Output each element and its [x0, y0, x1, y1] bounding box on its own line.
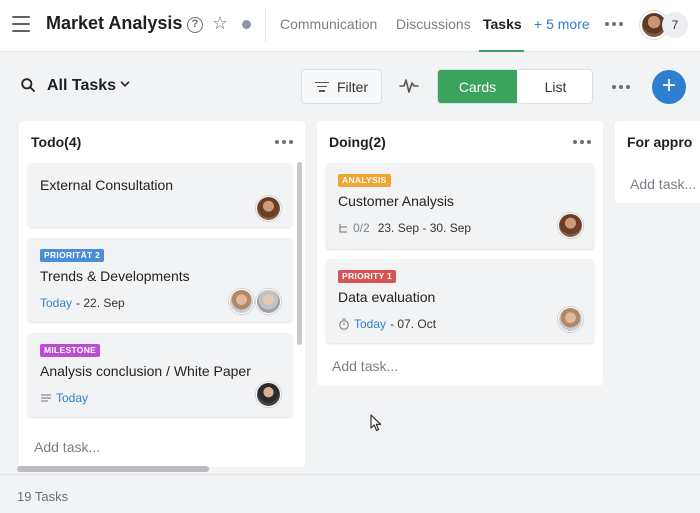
task-title: Trends & Developments: [40, 268, 190, 284]
more-icon[interactable]: [612, 85, 630, 89]
menu-icon[interactable]: [12, 16, 30, 32]
tab-discussions[interactable]: Discussions: [396, 16, 471, 32]
view-title-dropdown[interactable]: All Tasks: [47, 77, 116, 95]
avatar[interactable]: [256, 196, 281, 221]
list-view-button[interactable]: List: [517, 70, 592, 103]
divider: [265, 10, 266, 42]
description-icon: [41, 394, 51, 402]
timer-icon: [339, 318, 349, 330]
member-count-badge[interactable]: 7: [662, 12, 688, 38]
search-icon[interactable]: [21, 78, 35, 92]
column-doing: Doing(2) ANALYSIS Customer Analysis 0/2 …: [317, 121, 603, 386]
avatar[interactable]: [256, 382, 281, 407]
top-bar: Market Analysis ? ☆ Communication Discus…: [0, 0, 700, 52]
task-dates: Today - 22. Sep: [40, 296, 125, 310]
help-icon[interactable]: ?: [187, 17, 203, 33]
column-for-approval: For appro Add task...: [615, 121, 700, 203]
mouse-cursor-icon: [370, 414, 382, 432]
task-card[interactable]: PRIORITY 1 Data evaluation Today - 07. O…: [326, 259, 594, 343]
column-title: Todo(4): [31, 134, 82, 150]
chevron-down-icon[interactable]: [120, 79, 130, 89]
date-start: Today: [354, 317, 387, 331]
status-dot[interactable]: [242, 20, 251, 29]
avatar[interactable]: [256, 289, 281, 314]
task-card[interactable]: ANALYSIS Customer Analysis 0/2 23. Sep -…: [326, 163, 594, 249]
task-title: Analysis conclusion / White Paper: [40, 363, 251, 379]
more-icon[interactable]: [605, 22, 623, 26]
subtask-count: 0/2: [353, 221, 370, 235]
column-menu-icon[interactable]: [573, 140, 591, 144]
priority-tag: PRIORITÄT 2: [40, 249, 105, 262]
more-tabs-link[interactable]: + 5 more: [534, 16, 590, 32]
date-start: Today: [56, 391, 89, 405]
add-task-input[interactable]: Add task...: [34, 439, 100, 455]
view-mode-toggle: Cards List: [437, 69, 593, 104]
priority-tag: PRIORITY 1: [338, 270, 397, 283]
date-end: - 07. Oct: [390, 317, 437, 331]
vertical-scrollbar[interactable]: [297, 162, 302, 345]
add-task-input[interactable]: Add task...: [332, 358, 398, 374]
filter-button[interactable]: Filter: [301, 69, 382, 104]
add-task-input[interactable]: Add task...: [630, 176, 696, 192]
task-title: Customer Analysis: [338, 193, 454, 209]
divider: [0, 474, 700, 475]
task-dates: 23. Sep - 30. Sep: [377, 221, 472, 235]
task-count: 19 Tasks: [17, 489, 69, 504]
filter-icon: [314, 81, 329, 92]
horizontal-scrollbar[interactable]: [17, 466, 209, 472]
avatar[interactable]: [229, 289, 254, 314]
task-meta: 0/2 23. Sep - 30. Sep: [338, 221, 471, 235]
task-title: External Consultation: [40, 177, 174, 193]
task-card[interactable]: PRIORITÄT 2 Trends & Developments Today …: [28, 238, 292, 322]
column-title: For appro: [627, 134, 693, 150]
task-dates: Today - 07. Oct: [338, 317, 436, 331]
active-tab-indicator: [479, 50, 524, 52]
star-icon[interactable]: ☆: [212, 13, 228, 33]
milestone-tag: MILESTONE: [40, 344, 101, 357]
cards-view-button[interactable]: Cards: [438, 70, 517, 103]
subtask-icon: [339, 223, 347, 233]
activity-icon[interactable]: [399, 77, 419, 95]
add-task-button[interactable]: +: [652, 70, 686, 104]
avatar[interactable]: [558, 307, 583, 332]
column-todo: Todo(4) External Consultation PRIORITÄT …: [19, 121, 305, 467]
column-title: Doing(2): [329, 134, 386, 150]
avatar[interactable]: [558, 213, 583, 238]
task-dates: Today: [40, 391, 88, 405]
task-title: Data evaluation: [338, 289, 436, 305]
task-card[interactable]: External Consultation: [28, 163, 292, 227]
filter-label: Filter: [336, 78, 369, 95]
project-title: Market Analysis: [46, 13, 183, 33]
date-start: Today: [40, 296, 73, 310]
tab-communication[interactable]: Communication: [280, 16, 377, 32]
tab-tasks[interactable]: Tasks: [483, 16, 522, 32]
analysis-tag: ANALYSIS: [338, 174, 391, 187]
column-menu-icon[interactable]: [275, 140, 293, 144]
task-card[interactable]: MILESTONE Analysis conclusion / White Pa…: [28, 333, 292, 417]
date-end: - 22. Sep: [76, 296, 125, 310]
